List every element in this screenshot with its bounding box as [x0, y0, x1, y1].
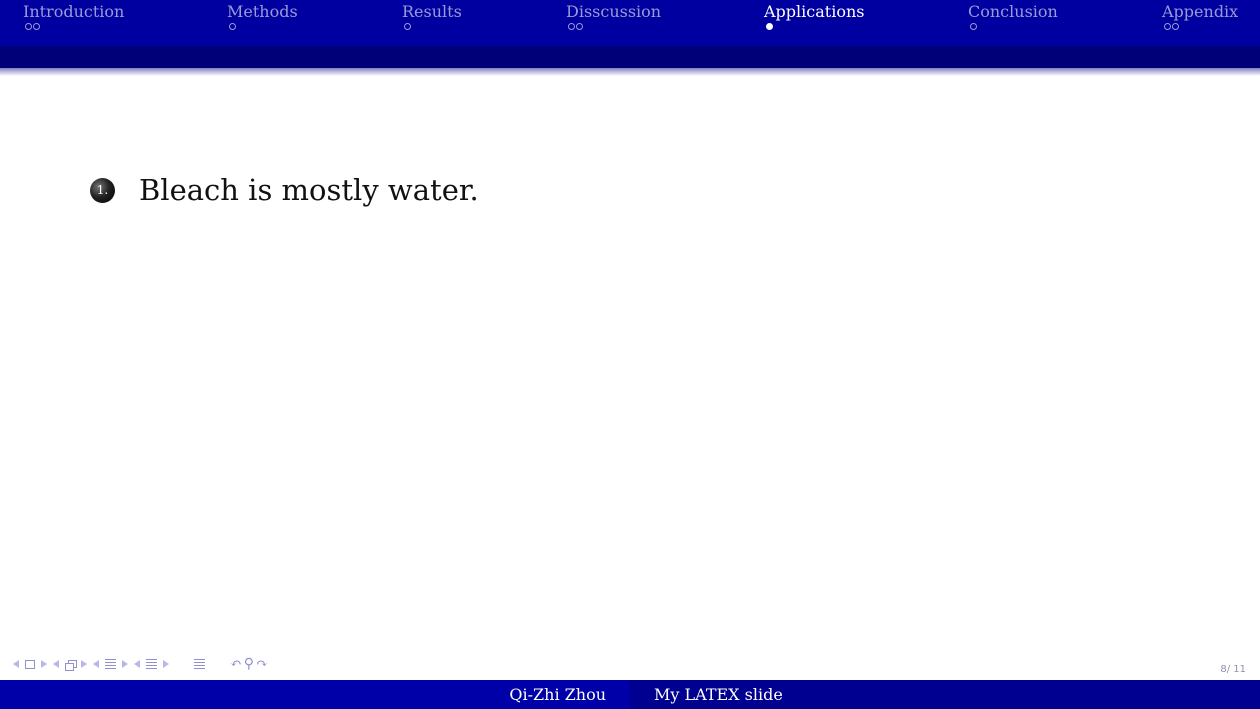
nav-section-applications[interactable]: Applications — [764, 3, 864, 33]
prev-frame-arrow-icon[interactable] — [53, 660, 59, 668]
nav-section-label[interactable]: Introduction — [23, 2, 124, 21]
header-subtitle-band — [0, 46, 1260, 68]
slide-icon[interactable] — [25, 659, 35, 669]
nav-section-conclusion[interactable]: Conclusion — [968, 3, 1058, 33]
frame-icon[interactable] — [65, 659, 77, 671]
slide-dots — [766, 23, 864, 33]
slide-dots — [970, 23, 1058, 33]
slide-dots — [568, 23, 661, 33]
footer-bar: Qi-Zhi Zhou My LATEX slide — [0, 680, 1260, 709]
nav-section-disscussion[interactable]: Disscussion — [566, 3, 661, 33]
back-icon[interactable]: ↶ — [230, 657, 242, 671]
page-number: 8/ 11 — [1220, 664, 1246, 675]
section-navigation-bar: Introduction Methods Results Disscussion… — [0, 0, 1260, 46]
slide-dot[interactable] — [568, 23, 575, 30]
search-icon[interactable]: ⚲ — [244, 657, 254, 671]
nav-section-label[interactable]: Appendix — [1162, 2, 1238, 21]
nav-section-label[interactable]: Applications — [764, 2, 864, 21]
slide-dots — [25, 23, 124, 33]
subsection-icon[interactable] — [105, 659, 116, 669]
nav-section-introduction[interactable]: Introduction — [23, 3, 124, 33]
header-shadow — [0, 68, 1260, 76]
nav-section-methods[interactable]: Methods — [227, 3, 298, 33]
forward-icon[interactable]: ↷ — [256, 657, 268, 671]
section-icon[interactable] — [146, 659, 157, 669]
nav-section-appendix[interactable]: Appendix — [1162, 3, 1238, 33]
next-section-arrow-icon[interactable] — [163, 660, 169, 668]
slide-dot[interactable] — [229, 23, 236, 30]
beamer-navigation-symbols: ↶ ⚲ ↷ — [10, 656, 269, 672]
slide-dot[interactable] — [1164, 23, 1171, 30]
document-icon[interactable] — [194, 659, 205, 669]
slide-dots — [404, 23, 462, 33]
item-text: Bleach is mostly water. — [139, 173, 479, 207]
current-slide-dot[interactable] — [766, 23, 773, 30]
author-name: Qi-Zhi Zhou — [509, 685, 606, 704]
next-subsection-arrow-icon[interactable] — [122, 660, 128, 668]
slide-dot[interactable] — [404, 23, 411, 30]
slide-dots — [229, 23, 298, 33]
prev-subsection-arrow-icon[interactable] — [93, 660, 99, 668]
next-slide-arrow-icon[interactable] — [41, 660, 47, 668]
slide-dots — [1164, 23, 1238, 33]
footer-author-panel: Qi-Zhi Zhou — [0, 680, 630, 709]
slide-dot[interactable] — [1172, 23, 1179, 30]
slide-dot[interactable] — [970, 23, 977, 30]
nav-section-results[interactable]: Results — [402, 3, 462, 33]
nav-section-label[interactable]: Methods — [227, 2, 298, 21]
slide-dot[interactable] — [25, 23, 32, 30]
footer-title-panel: My LATEX slide — [630, 680, 1260, 709]
nav-section-label[interactable]: Disscussion — [566, 2, 661, 21]
nav-section-label[interactable]: Results — [402, 2, 462, 21]
slide-dot[interactable] — [33, 23, 40, 30]
next-frame-arrow-icon[interactable] — [81, 660, 87, 668]
enumerate-item: 1. Bleach is mostly water. — [90, 172, 479, 208]
nav-section-label[interactable]: Conclusion — [968, 2, 1058, 21]
presentation-title: My LATEX slide — [654, 685, 783, 704]
item-number-ball: 1. — [90, 177, 115, 203]
prev-slide-arrow-icon[interactable] — [13, 660, 19, 668]
slide-dot[interactable] — [576, 23, 583, 30]
prev-section-arrow-icon[interactable] — [134, 660, 140, 668]
